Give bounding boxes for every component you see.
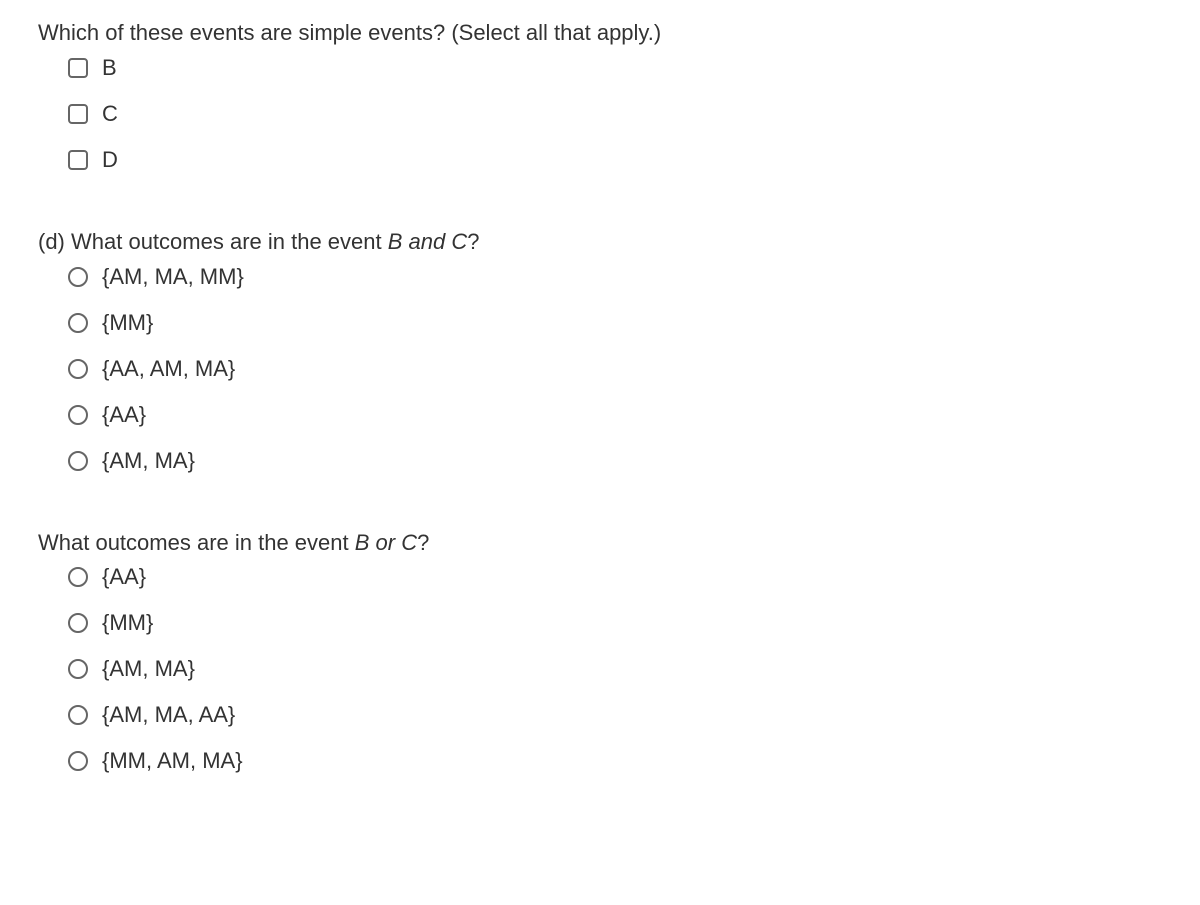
- quiz-page: Which of these events are simple events?…: [0, 0, 1200, 905]
- prompt-prefix: What outcomes are in the event: [38, 530, 355, 555]
- question-b-and-c: (d) What outcomes are in the event B and…: [38, 227, 1200, 472]
- prompt-italic: B and C: [388, 229, 468, 254]
- prompt-prefix: (d) What outcomes are in the event: [38, 229, 388, 254]
- options-group: {AA} {MM} {AM, MA} {AM, MA, AA} {MM, AM,…: [38, 566, 1200, 772]
- option-label: {AM, MA}: [102, 450, 195, 472]
- radio-icon[interactable]: [68, 751, 88, 771]
- option-row[interactable]: C: [68, 103, 1200, 125]
- option-row[interactable]: D: [68, 149, 1200, 171]
- option-row[interactable]: {AM, MA}: [68, 658, 1200, 680]
- option-row[interactable]: B: [68, 57, 1200, 79]
- option-label: {MM}: [102, 612, 153, 634]
- radio-icon[interactable]: [68, 313, 88, 333]
- option-label: {AM, MA}: [102, 658, 195, 680]
- radio-icon[interactable]: [68, 267, 88, 287]
- option-label: {AA, AM, MA}: [102, 358, 235, 380]
- option-label: {AM, MA, MM}: [102, 266, 244, 288]
- prompt-suffix: ?: [467, 229, 479, 254]
- option-label: D: [102, 149, 118, 171]
- radio-icon[interactable]: [68, 659, 88, 679]
- radio-icon[interactable]: [68, 705, 88, 725]
- option-row[interactable]: {MM}: [68, 612, 1200, 634]
- option-row[interactable]: {AM, MA, MM}: [68, 266, 1200, 288]
- radio-icon[interactable]: [68, 405, 88, 425]
- option-row[interactable]: {AA, AM, MA}: [68, 358, 1200, 380]
- question-b-or-c: What outcomes are in the event B or C? {…: [38, 528, 1200, 773]
- option-row[interactable]: {AA}: [68, 404, 1200, 426]
- option-label: {AA}: [102, 566, 146, 588]
- option-label: {MM, AM, MA}: [102, 750, 243, 772]
- question-simple-events: Which of these events are simple events?…: [38, 18, 1200, 171]
- option-label: {AA}: [102, 404, 146, 426]
- option-label: C: [102, 103, 118, 125]
- checkbox-icon[interactable]: [68, 58, 88, 78]
- option-label: B: [102, 57, 117, 79]
- checkbox-icon[interactable]: [68, 104, 88, 124]
- option-row[interactable]: {MM}: [68, 312, 1200, 334]
- option-row[interactable]: {MM, AM, MA}: [68, 750, 1200, 772]
- option-row[interactable]: {AM, MA, AA}: [68, 704, 1200, 726]
- radio-icon[interactable]: [68, 451, 88, 471]
- prompt-italic: B or C: [355, 530, 417, 555]
- option-row[interactable]: {AA}: [68, 566, 1200, 588]
- radio-icon[interactable]: [68, 567, 88, 587]
- options-group: {AM, MA, MM} {MM} {AA, AM, MA} {AA} {AM,…: [38, 266, 1200, 472]
- checkbox-icon[interactable]: [68, 150, 88, 170]
- question-prompt: (d) What outcomes are in the event B and…: [38, 227, 1200, 258]
- option-row[interactable]: {AM, MA}: [68, 450, 1200, 472]
- question-prompt: Which of these events are simple events?…: [38, 18, 1200, 49]
- prompt-suffix: ?: [417, 530, 429, 555]
- question-prompt: What outcomes are in the event B or C?: [38, 528, 1200, 559]
- option-label: {AM, MA, AA}: [102, 704, 235, 726]
- radio-icon[interactable]: [68, 359, 88, 379]
- options-group: B C D: [38, 57, 1200, 171]
- option-label: {MM}: [102, 312, 153, 334]
- radio-icon[interactable]: [68, 613, 88, 633]
